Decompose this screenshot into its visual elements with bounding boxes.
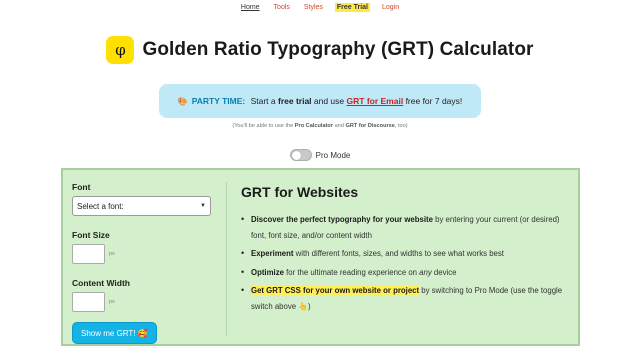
font-select-value: Select a font:: [77, 201, 124, 211]
nav-tools[interactable]: Tools: [272, 3, 292, 12]
nav-styles[interactable]: Styles: [302, 3, 325, 12]
promo-prefix: PARTY TIME:: [191, 96, 246, 106]
note-text-3: , too): [394, 123, 408, 129]
promo-text-1: Start a: [248, 96, 278, 106]
info-list: Discover the perfect typography for your…: [241, 212, 571, 314]
page-title: Golden Ratio Typography (GRT) Calculator: [142, 39, 534, 60]
info-heading: GRT for Websites: [241, 184, 359, 200]
bullet-3-text-2: device: [431, 267, 457, 277]
note-text-1: (You'll be able to use the: [232, 123, 295, 129]
bullet-3-text: for the ultimate reading experience on: [283, 267, 420, 277]
note-pro-calculator: Pro Calculator: [294, 123, 334, 129]
note-grt-discourse: GRT for Discourse: [345, 123, 395, 129]
pro-mode-row: Pro Mode: [0, 149, 640, 161]
nav-free-trial[interactable]: Free Trial: [334, 3, 370, 12]
chevron-down-icon: ▼: [200, 203, 206, 209]
promo-note: (You'll be able to use the Pro Calculato…: [0, 123, 640, 129]
list-item: Optimize for the ultimate reading experi…: [241, 265, 571, 281]
bullet-4-bold: Get GRT CSS for your own website or proj…: [251, 286, 420, 295]
font-size-unit: px: [109, 251, 115, 257]
bullet-1-bold: Discover the perfect typography for your…: [251, 215, 433, 224]
font-size-label: Font Size: [72, 230, 110, 240]
palette-icon: 🎨: [177, 96, 188, 106]
font-size-input[interactable]: [72, 244, 105, 264]
top-nav: Home Tools Styles Free Trial Login: [0, 3, 640, 12]
info-section: GRT for Websites Discover the perfect ty…: [241, 184, 571, 317]
list-item: Experiment with different fonts, sizes, …: [241, 246, 571, 262]
list-item: Get GRT CSS for your own website or proj…: [241, 283, 571, 314]
bullet-3-em: any: [419, 267, 432, 277]
bullet-2-text: with different fonts, sizes, and widths …: [293, 249, 504, 258]
promo-grt-email-link[interactable]: GRT for Email: [347, 96, 404, 106]
calculator-panel: Font Select a font: ▼ Font Size px Conte…: [61, 168, 580, 346]
content-width-input[interactable]: [72, 292, 105, 312]
promo-text-3: free for 7 days!: [403, 96, 463, 106]
content-width-label: Content Width: [72, 278, 130, 288]
pro-mode-label: Pro Mode: [315, 150, 351, 160]
list-item: Discover the perfect typography for your…: [241, 212, 571, 243]
nav-home[interactable]: Home: [239, 3, 262, 12]
show-grt-button[interactable]: Show me GRT! 🥰: [72, 322, 157, 344]
phi-logo-icon: φ: [106, 36, 135, 64]
panel-divider: [226, 182, 227, 336]
page-header: φ Golden Ratio Typography (GRT) Calculat…: [0, 36, 640, 64]
content-width-unit: px: [109, 299, 115, 305]
note-text-2: and: [333, 123, 346, 129]
font-label: Font: [72, 182, 91, 192]
calculator-form: Font Select a font: ▼ Font Size px Conte…: [72, 182, 212, 344]
promo-banner: 🎨 PARTY TIME: Start a free trial and use…: [159, 84, 481, 118]
font-select[interactable]: Select a font: ▼: [72, 196, 211, 216]
nav-login[interactable]: Login: [380, 3, 401, 12]
pro-mode-toggle[interactable]: [289, 149, 312, 161]
promo-text-2: and use: [311, 96, 347, 106]
bullet-2-bold: Experiment: [251, 249, 294, 258]
bullet-3-bold: Optimize: [251, 267, 284, 277]
promo-free-trial: free trial: [277, 96, 312, 106]
toggle-knob: [291, 151, 301, 160]
